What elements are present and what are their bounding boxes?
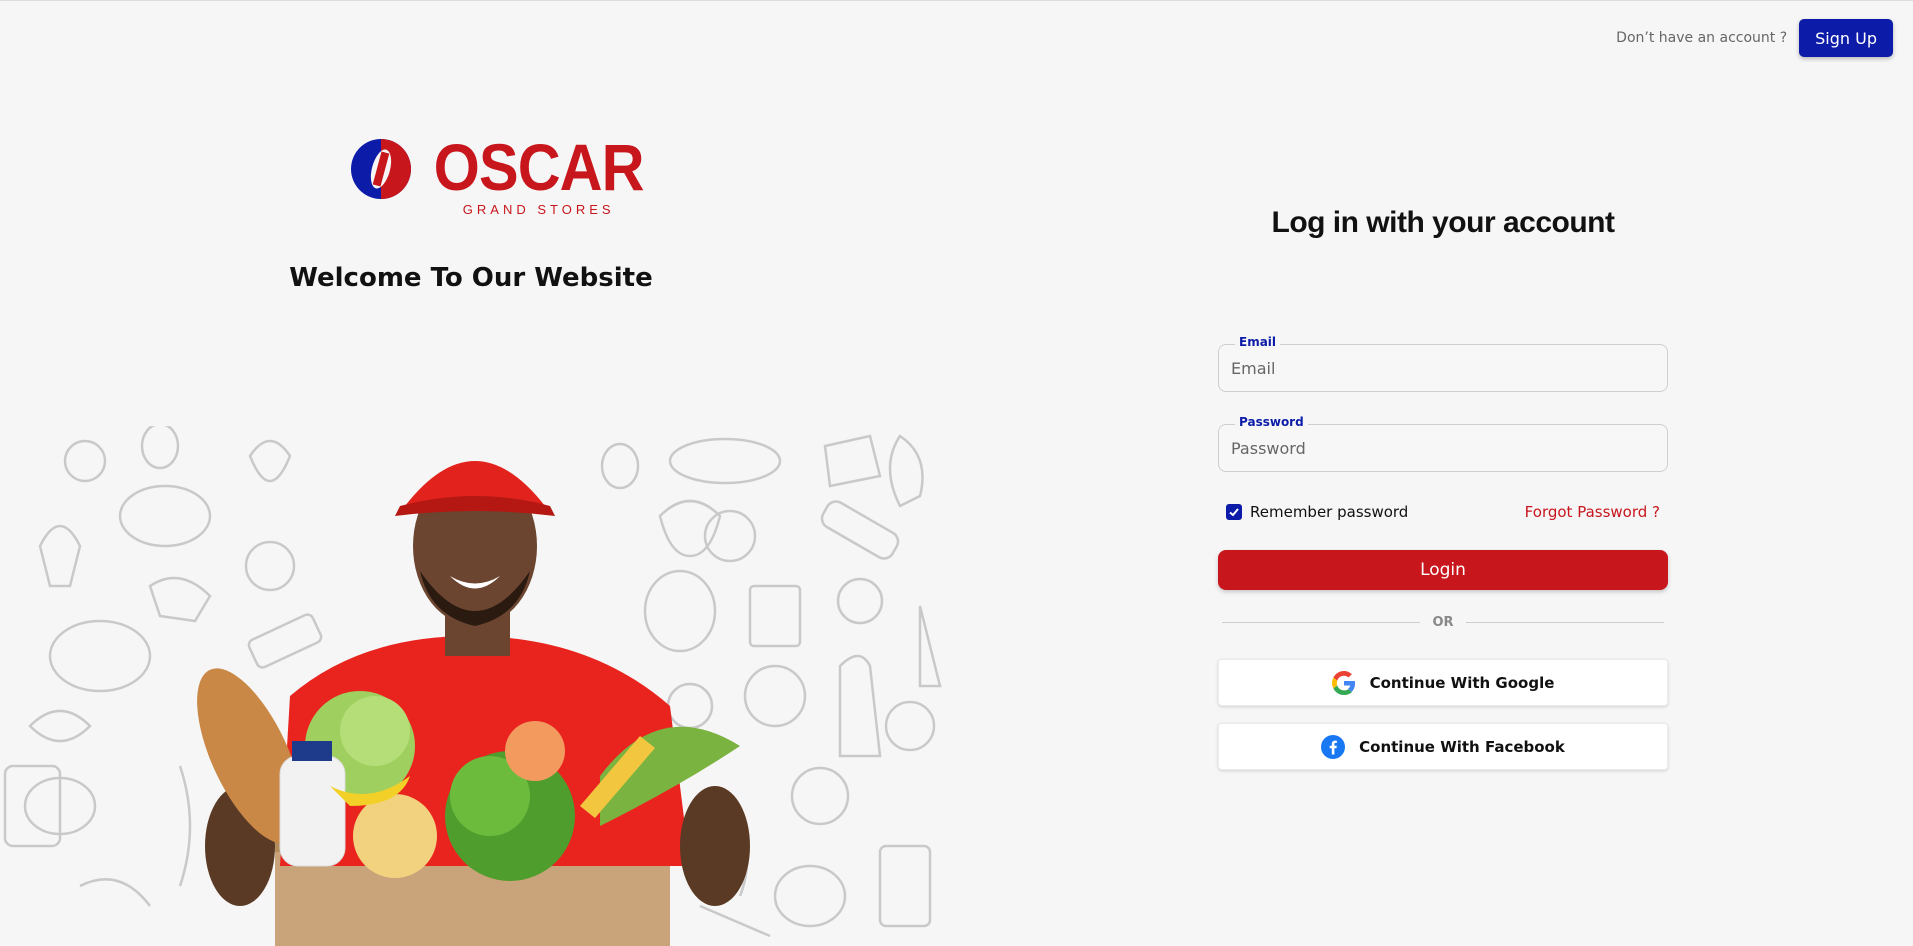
remember-row: Remember password Forgot Password ?: [1226, 503, 1660, 521]
facebook-label: Continue With Facebook: [1359, 737, 1565, 756]
oscar-logo-icon: [351, 139, 411, 199]
email-label: Email: [1235, 335, 1281, 349]
email-input[interactable]: [1219, 345, 1667, 391]
brand-tagline: GRAND STORES: [462, 202, 615, 217]
or-divider: OR: [1222, 615, 1664, 630]
signup-button[interactable]: Sign Up: [1799, 19, 1893, 57]
google-login-button[interactable]: Continue With Google: [1218, 659, 1668, 706]
login-button[interactable]: Login: [1218, 550, 1668, 590]
logo-text: OSCAR GRAND STORES: [422, 134, 655, 217]
welcome-heading: Welcome To Our Website: [289, 263, 653, 293]
remember-password[interactable]: Remember password: [1226, 503, 1408, 521]
remember-checkbox[interactable]: [1226, 504, 1242, 520]
divider-line-left: [1222, 622, 1421, 623]
left-panel: OSCAR GRAND STORES Welcome To Our Websit…: [0, 1, 945, 946]
remember-label: Remember password: [1250, 503, 1409, 521]
brand-name: OSCAR: [433, 130, 645, 204]
google-icon: [1331, 670, 1355, 695]
forgot-password-link[interactable]: Forgot Password ?: [1525, 503, 1660, 521]
facebook-icon: [1321, 734, 1346, 759]
divider-text: OR: [1432, 615, 1454, 630]
login-title: Log in with your account: [1271, 206, 1616, 239]
hero-illustration: [0, 426, 945, 946]
top-bar: Don’t have an account ? Sign Up: [1616, 19, 1893, 57]
email-field-wrapper: Email: [1218, 335, 1668, 392]
brand-logo: OSCAR GRAND STORES: [350, 134, 655, 217]
grocery-delivery-image: [3, 426, 942, 946]
checkmark-icon: [1229, 508, 1239, 517]
account-prompt: Don’t have an account ?: [1616, 30, 1788, 46]
facebook-login-button[interactable]: Continue With Facebook: [1218, 723, 1668, 770]
password-input[interactable]: [1219, 425, 1667, 471]
divider-line-right: [1465, 622, 1664, 623]
password-field-wrapper: Password: [1218, 415, 1668, 472]
password-label: Password: [1235, 415, 1308, 429]
google-label: Continue With Google: [1369, 673, 1555, 692]
